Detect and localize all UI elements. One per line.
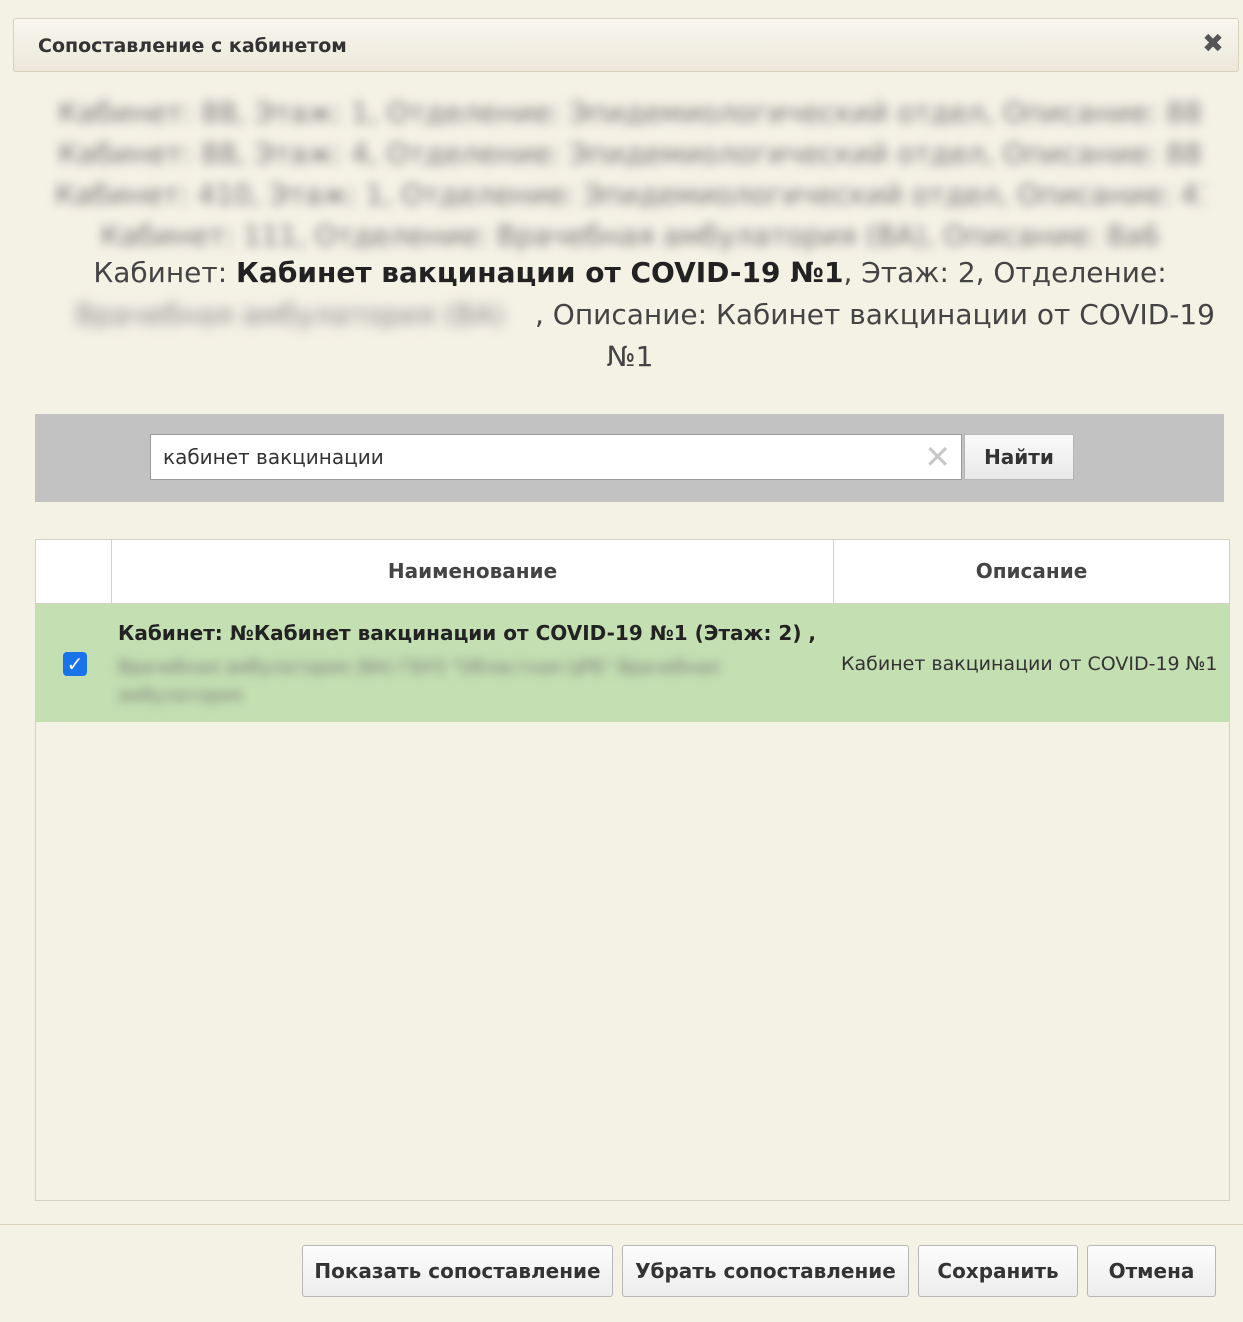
cabinet-summary: Кабинет: Кабинет вакцинации от COVID-19 … [40, 252, 1220, 378]
search-input[interactable] [151, 435, 911, 479]
grid-header: Наименование Описание [36, 540, 1229, 604]
remove-mapping-button[interactable]: Убрать сопоставление [622, 1245, 909, 1297]
blurred-line: Кабинет: 88, Этаж: 1, Отделение: Эпидеми… [58, 96, 1202, 129]
blurred-line: Кабинет: 111, Отделение: Врачебная амбул… [100, 219, 1160, 252]
table-row[interactable]: ✓ Кабинет: №Кабинет вакцинации от COVID-… [36, 604, 1229, 722]
row-description: Кабинет вакцинации от COVID-19 №1 [841, 653, 1218, 675]
clear-icon[interactable]: ✕ [924, 441, 951, 473]
dialog-titlebar: Сопоставление с кабинетом ✖ [13, 18, 1239, 72]
cabinet-list-blurred: Кабинет: 88, Этаж: 1, Отделение: Эпидеми… [55, 92, 1205, 256]
row-name: Кабинет: №Кабинет вакцинации от COVID-19… [118, 621, 817, 645]
department-blurred: Врачебная амбулатория (ВА) [75, 298, 505, 331]
header-checkbox-column [36, 540, 112, 603]
description-label: , Описание: Кабинет вакцинации от COVID-… [535, 298, 1215, 373]
save-button[interactable]: Сохранить [918, 1245, 1078, 1297]
row-name-blurred: Врачебная амбулатория (ВА) ГБУЗ "Областн… [118, 657, 720, 706]
mapping-dialog: Сопоставление с кабинетом ✖ Кабинет: 88,… [0, 0, 1243, 1321]
dialog-footer: Показать сопоставление Убрать сопоставле… [0, 1224, 1243, 1322]
floor-department-label: , Этаж: 2, Отделение: [843, 256, 1167, 289]
dialog-title: Сопоставление с кабинетом [38, 35, 347, 57]
row-checkbox[interactable]: ✓ [63, 652, 87, 676]
search-panel: ✕ Найти [35, 414, 1224, 502]
blurred-line: Кабинет: 88, Этаж: 4, Отделение: Эпидеми… [58, 137, 1202, 170]
find-button[interactable]: Найти [964, 434, 1074, 480]
header-description[interactable]: Описание [834, 540, 1229, 603]
show-mapping-button[interactable]: Показать сопоставление [302, 1245, 613, 1297]
close-icon[interactable]: ✖ [1200, 31, 1226, 57]
search-box: ✕ [150, 434, 962, 480]
header-name[interactable]: Наименование [112, 540, 834, 603]
cabinet-name: Кабинет вакцинации от COVID-19 №1 [236, 256, 844, 289]
blurred-line: Кабинет: 410, Этаж: 1, Отделение: Эпидем… [55, 178, 1205, 211]
cancel-button[interactable]: Отмена [1087, 1245, 1216, 1297]
cabinet-label: Кабинет: [93, 256, 237, 289]
results-grid: Наименование Описание ✓ Кабинет: №Кабине… [35, 539, 1230, 1201]
